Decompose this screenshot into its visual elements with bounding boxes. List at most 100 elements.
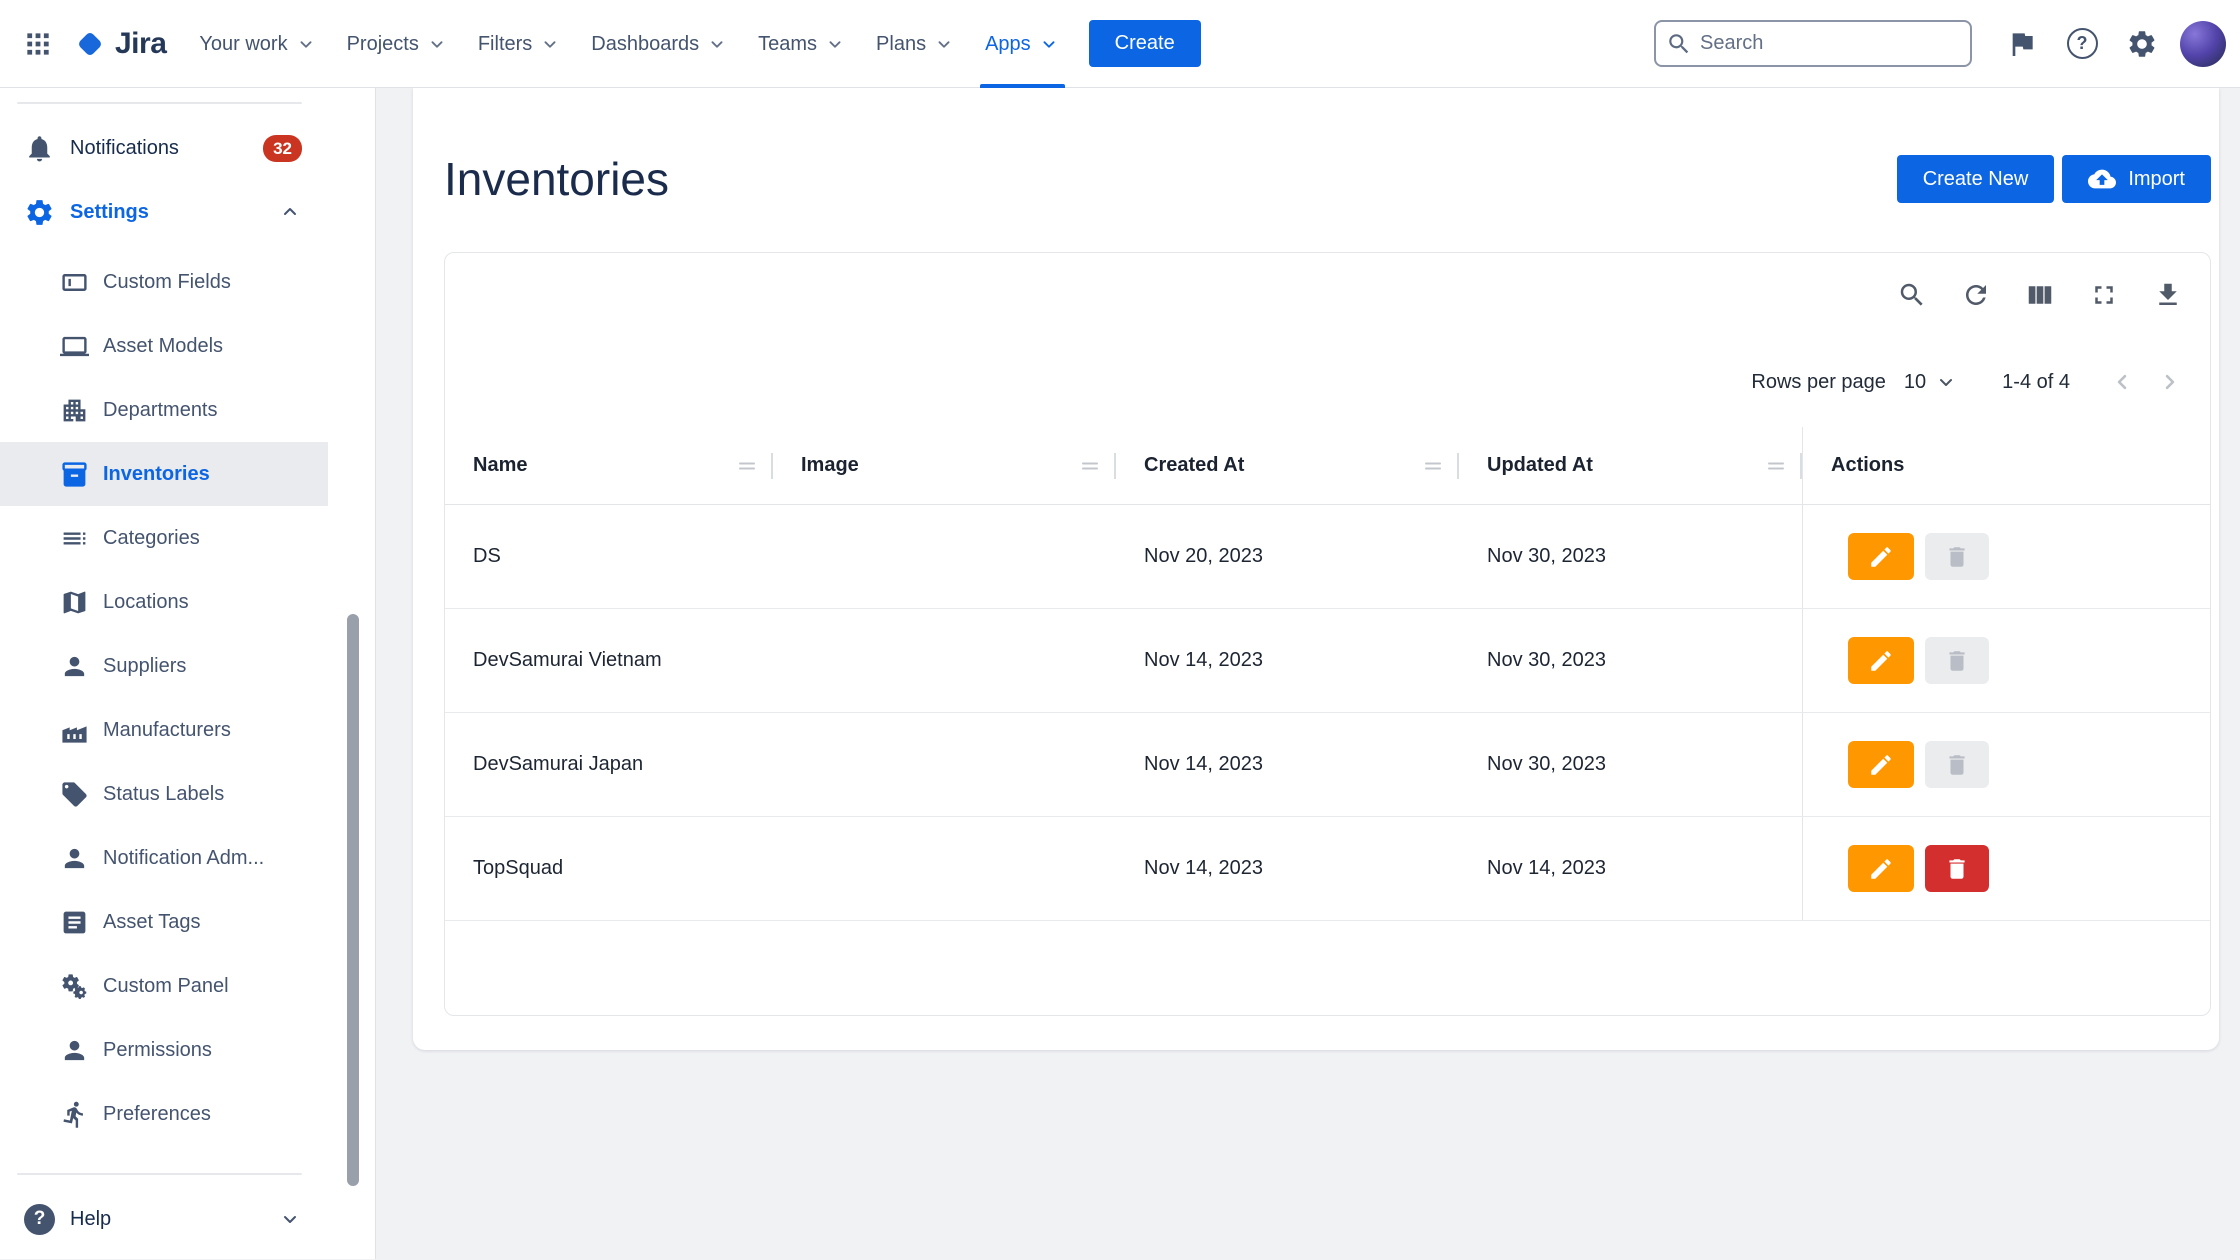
laptop-icon — [60, 332, 89, 361]
sidebar-item-permissions[interactable]: Permissions — [0, 1018, 328, 1082]
nav-item-label: Dashboards — [591, 33, 699, 56]
sidebar-item-departments[interactable]: Departments — [0, 378, 328, 442]
pencil-icon — [1868, 544, 1894, 570]
delete-button[interactable] — [1925, 845, 1989, 892]
sidebar-item-categories[interactable]: Categories — [0, 506, 328, 570]
cell-image — [773, 817, 1116, 920]
edit-button[interactable] — [1848, 741, 1914, 788]
factory-icon — [60, 716, 89, 745]
jira-logo-text: Jira — [115, 27, 166, 61]
sidebar-item-suppliers[interactable]: Suppliers — [0, 634, 328, 698]
nav-item-dashboards[interactable]: Dashboards — [576, 0, 743, 88]
cell-image — [773, 609, 1116, 712]
jira-logo-icon — [74, 28, 106, 60]
sidebar-item-custom-panel[interactable]: Custom Panel — [0, 954, 328, 1018]
delete-button[interactable] — [1925, 741, 1989, 788]
nav-item-plans[interactable]: Plans — [861, 0, 970, 88]
nav-item-label: Plans — [876, 33, 926, 56]
next-page-button[interactable] — [2146, 358, 2194, 406]
sidebar-scrollbar[interactable] — [347, 614, 359, 1186]
pencil-icon — [1868, 856, 1894, 882]
columns-icon — [2025, 280, 2055, 310]
cell-actions — [1802, 505, 2210, 608]
sidebar-item-help[interactable]: ? Help — [0, 1187, 328, 1251]
delete-button[interactable] — [1925, 533, 1989, 580]
column-resize-handle-icon[interactable] — [735, 454, 759, 478]
download-button[interactable] — [2144, 271, 2192, 319]
help-button[interactable]: ? — [2056, 18, 2108, 70]
cell-created-at: Nov 14, 2023 — [1116, 609, 1459, 712]
sidebar-item-status-labels[interactable]: Status Labels — [0, 762, 328, 826]
column-resize-handle-icon[interactable] — [1078, 454, 1102, 478]
column-header-label: Name — [473, 454, 527, 477]
previous-page-button[interactable] — [2098, 358, 2146, 406]
nav-item-label: Filters — [478, 33, 532, 56]
sidebar-item-label: Categories — [103, 527, 302, 550]
cell-actions — [1802, 713, 2210, 816]
pagination-bar: Rows per page 10 1-4 of 4 — [445, 337, 2210, 427]
nav-item-filters[interactable]: Filters — [463, 0, 576, 88]
sidebar-item-preferences[interactable]: Preferences — [0, 1082, 328, 1146]
create-button[interactable]: Create — [1089, 20, 1201, 67]
sidebar-item-locations[interactable]: Locations — [0, 570, 328, 634]
edit-button[interactable] — [1848, 533, 1914, 580]
sidebar-item-asset-tags[interactable]: Asset Tags — [0, 890, 328, 954]
cell-created-at: Nov 20, 2023 — [1116, 505, 1459, 608]
column-header-label: Created At — [1144, 454, 1244, 477]
table-search-button[interactable] — [1888, 271, 1936, 319]
sidebar-item-inventories[interactable]: Inventories — [0, 442, 328, 506]
table-row: DevSamurai Vietnam Nov 14, 2023 Nov 30, … — [445, 609, 2210, 713]
chevron-down-icon — [295, 33, 317, 55]
pencil-icon — [1868, 648, 1894, 674]
sidebar-item-label: Notifications — [70, 137, 248, 160]
refresh-button[interactable] — [1952, 271, 2000, 319]
settings-button[interactable] — [2116, 18, 2168, 70]
nav-item-your-work[interactable]: Your work — [184, 0, 331, 88]
sidebar-item-notifications[interactable]: Notifications 32 — [0, 116, 328, 180]
sidebar-item-label: Suppliers — [103, 655, 302, 678]
cell-updated-at: Nov 30, 2023 — [1459, 713, 1802, 816]
column-header-image[interactable]: Image — [773, 427, 1116, 504]
nav-item-teams[interactable]: Teams — [743, 0, 861, 88]
search-input[interactable] — [1700, 32, 1960, 55]
edit-button[interactable] — [1848, 637, 1914, 684]
sidebar-item-label: Departments — [103, 399, 302, 422]
sidebar-item-notification-admin[interactable]: Notification Adm... — [0, 826, 328, 890]
announcements-button[interactable] — [1996, 18, 2048, 70]
rows-per-page-label: Rows per page — [1751, 371, 1886, 394]
column-resize-handle-icon[interactable] — [1421, 454, 1445, 478]
jira-logo[interactable]: Jira — [64, 27, 184, 61]
sidebar-item-label: Custom Panel — [103, 975, 302, 998]
create-new-button[interactable]: Create New — [1897, 155, 2055, 203]
column-header-label: Actions — [1831, 454, 1904, 477]
nav-item-apps[interactable]: Apps — [970, 0, 1075, 88]
sidebar-item-custom-fields[interactable]: Custom Fields — [0, 250, 328, 314]
column-header-created-at[interactable]: Created At — [1116, 427, 1459, 504]
edit-button[interactable] — [1848, 845, 1914, 892]
sidebar-item-asset-models[interactable]: Asset Models — [0, 314, 328, 378]
app-switcher-button[interactable] — [12, 18, 64, 70]
cell-image — [773, 505, 1116, 608]
trash-icon — [1944, 752, 1970, 778]
header-actions: Create New Import — [1897, 155, 2211, 203]
sidebar-item-label: Status Labels — [103, 783, 302, 806]
column-header-name[interactable]: Name — [445, 427, 773, 504]
column-resize-handle-icon[interactable] — [1764, 454, 1788, 478]
import-button[interactable]: Import — [2062, 155, 2211, 203]
nav-item-label: Teams — [758, 33, 817, 56]
column-header-updated-at[interactable]: Updated At — [1459, 427, 1802, 504]
delete-button[interactable] — [1925, 637, 1989, 684]
rows-per-page-select[interactable]: 10 — [1904, 370, 1958, 394]
fullscreen-button[interactable] — [2080, 271, 2128, 319]
nav-item-label: Projects — [347, 33, 419, 56]
sidebar-item-settings[interactable]: Settings — [0, 180, 328, 244]
cell-name: TopSquad — [445, 817, 773, 920]
sidebar-item-label: Help — [70, 1208, 263, 1231]
columns-button[interactable] — [2016, 271, 2064, 319]
sidebar-item-label: Inventories — [103, 463, 302, 486]
avatar[interactable] — [2180, 21, 2226, 67]
person-icon — [60, 1036, 89, 1065]
sidebar-item-manufacturers[interactable]: Manufacturers — [0, 698, 328, 762]
pencil-icon — [1868, 752, 1894, 778]
nav-item-projects[interactable]: Projects — [332, 0, 463, 88]
